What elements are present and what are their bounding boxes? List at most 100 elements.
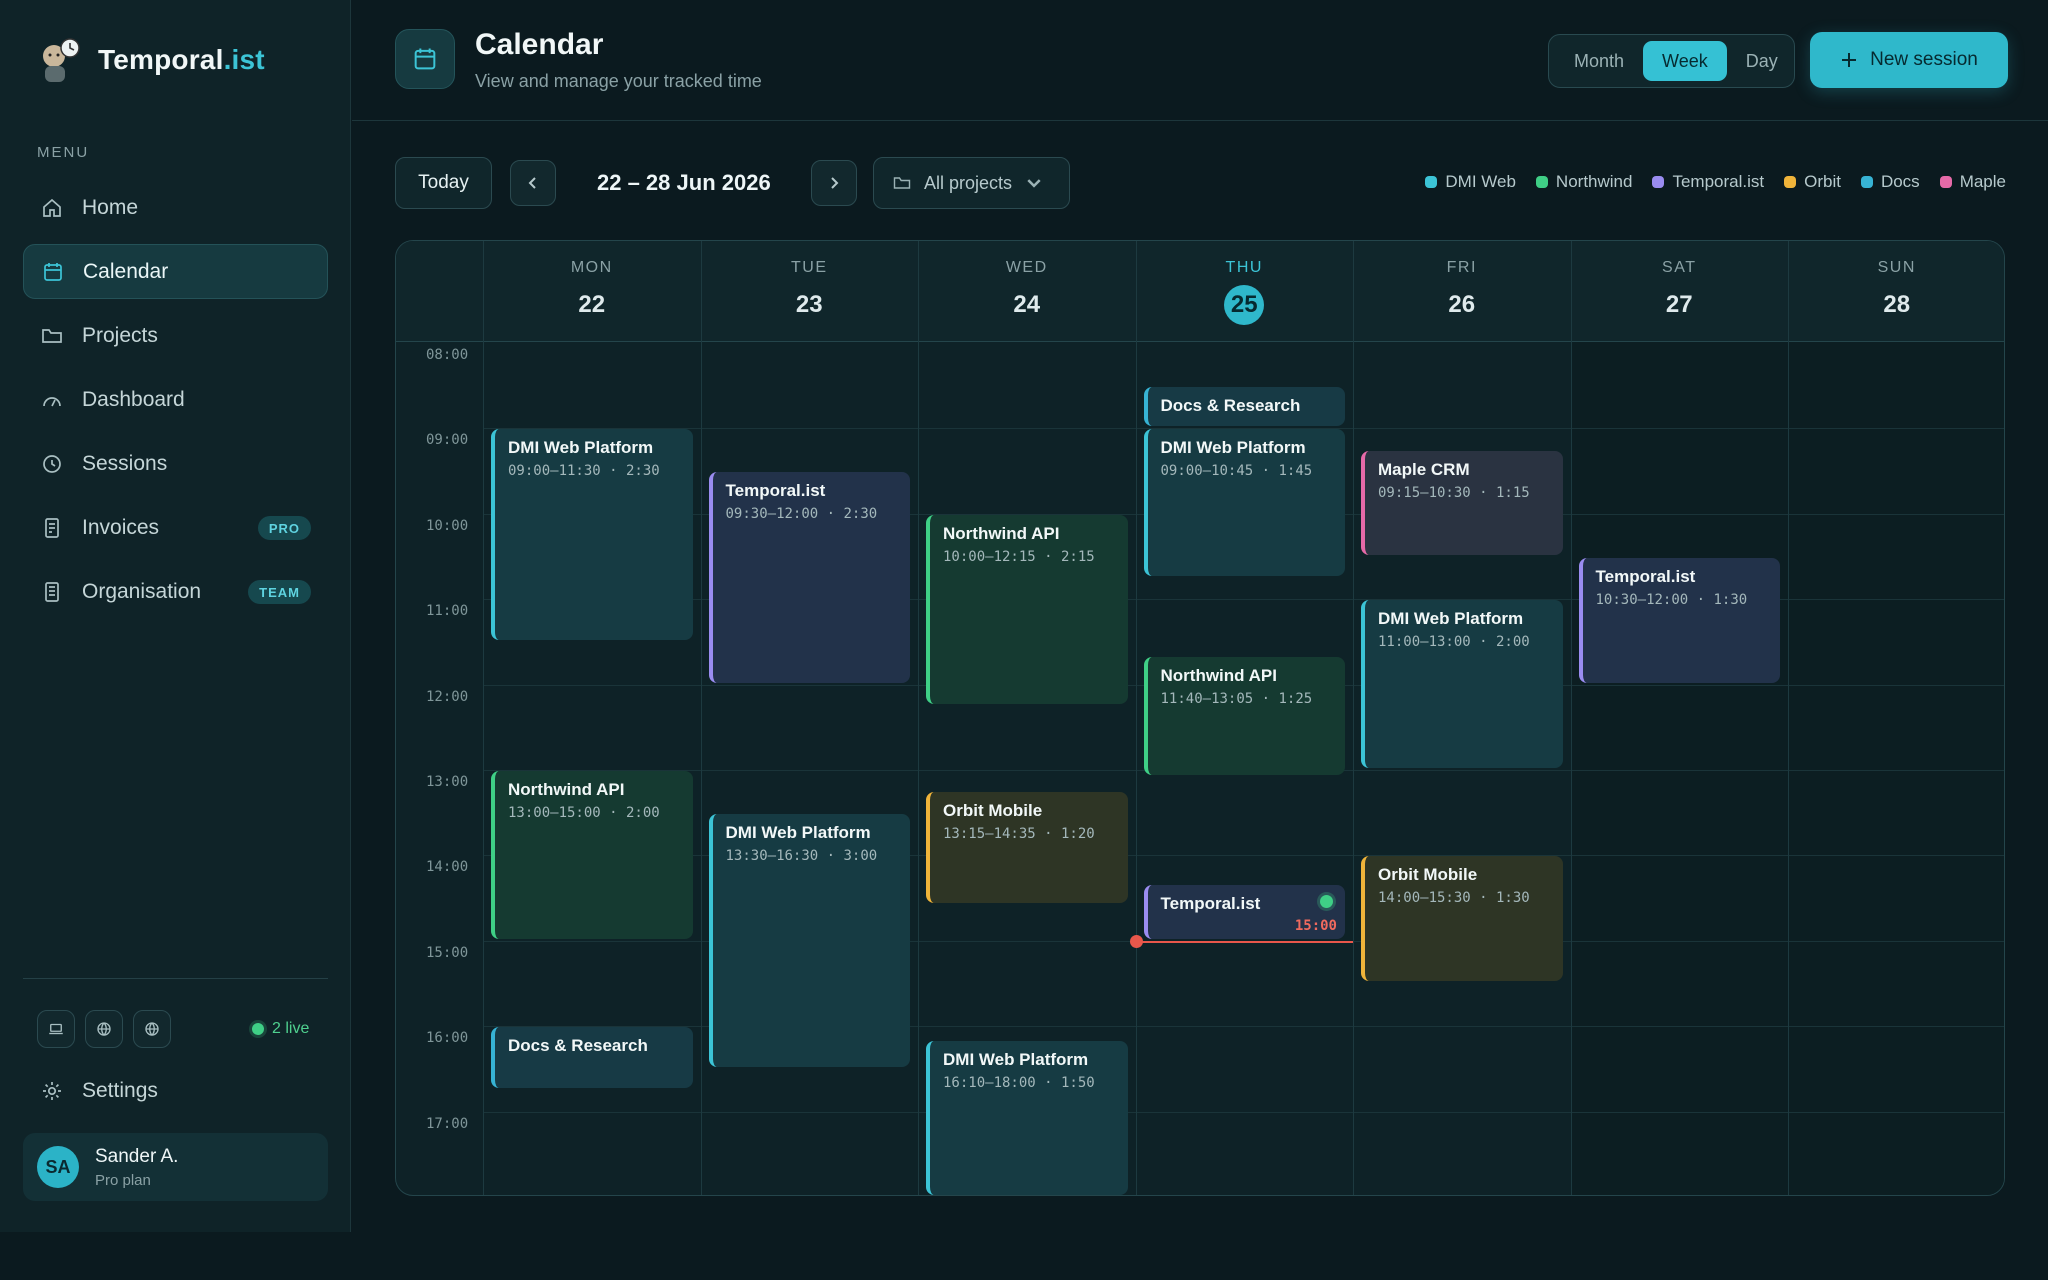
user-plan: Pro plan — [95, 1171, 151, 1189]
view-switcher: Month Week Day — [1548, 34, 1795, 88]
hour-label: 14:00 — [426, 859, 469, 876]
brand[interactable]: Temporal.ist — [34, 36, 265, 84]
new-session-button[interactable]: New session — [1810, 32, 2008, 88]
event-title: DMI Web Platform — [1378, 609, 1524, 629]
sidebar: Temporal.ist MENU Home Calendar Projects… — [0, 0, 351, 1232]
next-week-button[interactable] — [811, 160, 857, 206]
sidebar-divider — [23, 978, 328, 979]
gear-icon — [43, 1082, 61, 1100]
sidebar-item-dashboard[interactable]: Dashboard — [23, 372, 328, 427]
sidebar-item-projects[interactable]: Projects — [23, 308, 328, 363]
chevron-right-icon — [831, 177, 839, 189]
legend-item-temporal[interactable]: Temporal.ist — [1652, 172, 1764, 192]
view-week-button[interactable]: Week — [1643, 41, 1727, 81]
day-number: 23 — [795, 291, 823, 318]
sidebar-item-label: Home — [82, 195, 139, 219]
event-maple[interactable]: Maple CRM 09:15–10:30 · 1:15 — [1361, 450, 1563, 555]
day-header-tue[interactable]: TUE 23 — [701, 241, 919, 342]
legend-item-maple[interactable]: Maple — [1939, 172, 2006, 192]
sidebar-item-calendar[interactable]: Calendar — [23, 244, 328, 299]
legend-item-northwind[interactable]: Northwind — [1535, 172, 1632, 192]
event-dmi[interactable]: DMI Web Platform 13:30–16:30 · 3:00 — [708, 813, 910, 1067]
project-filter-select[interactable]: All projects — [873, 157, 1070, 209]
event-docs[interactable]: Docs & Research — [491, 1027, 693, 1089]
day-header-fri[interactable]: FRI 26 — [1353, 241, 1571, 342]
day-column-divider — [483, 241, 484, 1195]
legend-item-docs[interactable]: Docs — [1860, 172, 1920, 192]
sidebar-nav: Home Calendar Projects Dashboard Session… — [23, 180, 328, 628]
legend-item-orbit[interactable]: Orbit — [1784, 172, 1841, 192]
day-name: MON — [570, 259, 613, 276]
legend-item-dmi[interactable]: DMI Web — [1425, 172, 1516, 192]
event-title: Northwind API — [508, 780, 625, 799]
today-button[interactable]: Today — [395, 157, 492, 209]
event-north[interactable]: Northwind API 11:40–13:05 · 1:25 — [1143, 657, 1345, 776]
sidebar-item-organisation[interactable]: Organisation TEAM — [23, 564, 328, 619]
hour-label: 10:00 — [426, 517, 469, 534]
team-badge: TEAM — [248, 580, 311, 604]
day-name: THU — [1225, 259, 1263, 276]
legend-label: DMI Web — [1445, 172, 1516, 191]
sidebar-item-sessions[interactable]: Sessions — [23, 436, 328, 491]
event-temp[interactable]: Temporal.ist 09:30–12:00 · 2:30 — [708, 472, 910, 683]
day-header-sat[interactable]: SAT 27 — [1571, 241, 1789, 342]
legend-label: Maple — [1959, 172, 2006, 191]
event-temp[interactable]: Temporal.ist 15:00 — [1143, 884, 1345, 939]
sidebar-item-invoices[interactable]: Invoices PRO — [23, 500, 328, 555]
live-count: 2 live — [272, 1020, 310, 1037]
event-title: DMI Web Platform — [508, 438, 654, 458]
day-number: 27 — [1665, 291, 1693, 318]
event-time: 14:00–15:30 · 1:30 — [1378, 890, 1530, 907]
view-month-button[interactable]: Month — [1555, 41, 1643, 81]
legend-dot — [1860, 176, 1873, 188]
event-time: 11:40–13:05 · 1:25 — [1160, 691, 1313, 708]
event-dmi[interactable]: DMI Web Platform 11:00–13:00 · 2:00 — [1361, 600, 1563, 768]
hour-label: 13:00 — [426, 774, 469, 790]
event-dmi[interactable]: DMI Web Platform 09:00–11:30 · 2:30 — [491, 429, 693, 640]
globe-icon — [145, 1022, 159, 1036]
legend-dot — [1535, 176, 1548, 188]
event-title: DMI Web Platform — [1160, 438, 1306, 458]
event-temp[interactable]: Temporal.ist 10:30–12:00 · 1:30 — [1578, 557, 1780, 683]
day-header-wed[interactable]: WED 24 — [918, 241, 1136, 342]
plus-icon — [1842, 53, 1857, 67]
globe-icon — [97, 1022, 111, 1036]
event-title: Northwind API — [1160, 666, 1277, 686]
day-header-sun[interactable]: SUN 28 — [1788, 241, 2004, 342]
event-north[interactable]: Northwind API 10:00–12:15 · 2:15 — [926, 514, 1128, 704]
day-number: 22 — [578, 291, 606, 318]
day-header-mon[interactable]: MON 22 — [483, 241, 701, 342]
settings-link[interactable]: Settings — [40, 1079, 158, 1103]
day-header-thu[interactable]: THU 25 — [1136, 241, 1354, 342]
sidebar-tools — [37, 1010, 171, 1048]
legend-label: Temporal.ist — [1672, 172, 1765, 191]
event-orbit[interactable]: Orbit Mobile 13:15–14:35 · 1:20 — [926, 792, 1128, 904]
user-card[interactable]: SA Sander A. Pro plan — [23, 1133, 328, 1201]
web-button[interactable] — [133, 1010, 171, 1048]
view-day-button[interactable]: Day — [1727, 41, 1797, 81]
sidebar-item-home[interactable]: Home — [23, 180, 328, 235]
day-name: TUE — [791, 259, 828, 276]
event-dmi[interactable]: DMI Web Platform 16:10–18:00 · 1:50 — [926, 1041, 1128, 1195]
page-subtitle: View and manage your tracked time — [475, 71, 762, 91]
day-column-divider — [1135, 241, 1137, 1195]
hour-label: 11:00 — [426, 603, 469, 620]
weekend-column — [1788, 342, 2004, 1195]
prev-week-button[interactable] — [510, 160, 556, 206]
project-filter-value: All projects — [924, 172, 1013, 193]
live-indicator[interactable]: 2 live — [252, 1020, 309, 1038]
event-dmi[interactable]: DMI Web Platform 09:00–10:45 · 1:45 — [1143, 429, 1345, 576]
desktop-button[interactable] — [37, 1010, 75, 1048]
sidebar-item-label: Organisation — [82, 579, 202, 603]
invoice-icon — [45, 517, 59, 538]
day-number: 24 — [1013, 291, 1041, 318]
event-title: Orbit Mobile — [943, 801, 1043, 821]
globe-button[interactable] — [85, 1010, 123, 1048]
event-time: 11:00–13:00 · 2:00 — [1378, 634, 1530, 651]
clock-icon — [43, 454, 61, 473]
event-docs[interactable]: Docs & Research — [1143, 386, 1345, 427]
hour-label: 17:00 — [426, 1115, 469, 1132]
event-north[interactable]: Northwind API 13:00–15:00 · 2:00 — [491, 771, 693, 939]
event-orbit[interactable]: Orbit Mobile 14:00–15:30 · 1:30 — [1361, 856, 1563, 982]
chevron-left-icon — [528, 177, 536, 189]
